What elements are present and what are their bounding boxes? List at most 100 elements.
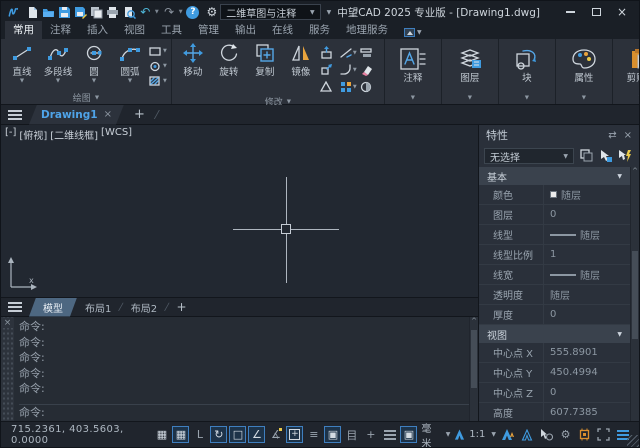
redo-button[interactable]: ↷ — [163, 4, 176, 20]
array-tool[interactable]: ▼ — [340, 78, 360, 95]
new-layout-button[interactable]: + — [169, 300, 195, 314]
annotation-monitor-button[interactable] — [519, 426, 536, 443]
minimize-button[interactable] — [559, 5, 581, 20]
save-as-button[interactable] — [74, 4, 87, 20]
dynamic-ucs-toggle[interactable]: + — [286, 426, 303, 443]
tab-tools[interactable]: 工具 — [153, 21, 190, 39]
property-row-center-y[interactable]: 中心点 Y 450.4994 — [479, 363, 630, 383]
copy-tool[interactable]: 复制 — [248, 42, 282, 95]
command-input-line[interactable]: 命令: — [19, 404, 469, 421]
annotate-panel-footer[interactable]: ▼ — [388, 91, 438, 104]
quick-select-icon[interactable] — [618, 149, 632, 163]
align-tool[interactable] — [360, 44, 380, 61]
selection-dropdown[interactable]: 无选择 ▼ — [484, 148, 574, 164]
scroll-up-icon[interactable]: ^ — [470, 317, 478, 325]
dynamic-input-toggle[interactable]: ▣ — [324, 426, 341, 443]
section-view[interactable]: 视图 ▼ — [479, 325, 630, 343]
chevron-down-icon[interactable]: ▼ — [56, 79, 60, 84]
properties-panel-footer[interactable]: ▼ — [559, 91, 609, 104]
viewport-visualstyle-control[interactable]: [二维线框] — [50, 127, 98, 142]
workspace-dropdown[interactable]: 二维草图与注释 ▼ — [220, 4, 320, 20]
line-tool[interactable]: 直线 ▼ — [5, 42, 39, 91]
copy-button[interactable] — [90, 4, 103, 20]
property-row-thickness[interactable]: 厚度 0 — [479, 305, 630, 325]
ribbon-collapse-button[interactable]: ▼ — [404, 28, 422, 39]
weld-tool[interactable] — [320, 78, 340, 95]
grid-display-toggle[interactable]: ▦ — [153, 426, 170, 443]
block-tool[interactable]: 块 — [510, 48, 544, 84]
close-button[interactable]: × — [611, 5, 633, 20]
tab-geo[interactable]: 地理服务 — [338, 21, 396, 39]
tab-insert[interactable]: 插入 — [79, 21, 116, 39]
properties-scrollbar[interactable]: ^ — [630, 167, 639, 421]
doc-tab-close-icon[interactable]: × — [104, 109, 112, 120]
tab-online[interactable]: 在线 — [264, 21, 301, 39]
units-label[interactable]: 毫米 — [419, 420, 441, 448]
clean-screen-button[interactable] — [595, 426, 612, 443]
trim-tool[interactable]: ▼ — [340, 44, 360, 61]
hatch-tool[interactable]: ▼ — [149, 75, 167, 87]
viewport-view-control[interactable]: [俯视] — [19, 127, 47, 142]
drawing-canvas[interactable]: [-] [俯视] [二维线框] [WCS] x — [1, 125, 478, 297]
layout-tab-model[interactable]: 模型 — [29, 298, 77, 317]
property-row-center-z[interactable]: 中心点 Z 0 — [479, 383, 630, 403]
layout-tab-1[interactable]: 布局1 — [77, 300, 119, 315]
erase-tool[interactable] — [360, 61, 380, 78]
tab-services[interactable]: 服务 — [301, 21, 338, 39]
property-row-height[interactable]: 高度 607.7385 — [479, 403, 630, 423]
new-file-button[interactable] — [26, 4, 39, 20]
layout-menu-button[interactable] — [1, 302, 29, 312]
annotation-visibility-toggle[interactable]: 目 — [343, 426, 360, 443]
doc-menu-button[interactable] — [1, 110, 29, 120]
properties-tool[interactable]: 属性 — [567, 48, 601, 84]
object-snap-toggle[interactable]: □ — [229, 426, 246, 443]
tab-output[interactable]: 输出 — [227, 21, 264, 39]
toggle-pickadd-icon[interactable] — [580, 149, 594, 163]
properties-scroll-thumb[interactable] — [632, 251, 638, 339]
property-row-layer[interactable]: 图层 0 — [479, 205, 630, 225]
resize-grip[interactable] — [627, 435, 639, 447]
chevron-down-icon[interactable]: ▼ — [92, 79, 96, 84]
autohide-icon[interactable]: ⇄ — [608, 130, 616, 141]
hardware-acceleration-button[interactable] — [576, 426, 593, 443]
rectangle-tool[interactable]: ▼ — [149, 45, 167, 57]
polar-tracking-toggle[interactable]: ↻ — [210, 426, 227, 443]
clipboard-tool[interactable]: 剪贴板 — [624, 48, 640, 84]
scroll-up-icon[interactable]: ^ — [631, 167, 639, 175]
quick-access-more-button[interactable]: ▼ — [324, 9, 335, 16]
angle-snap-toggle[interactable]: ∠ — [248, 426, 265, 443]
clipboard-panel-footer[interactable]: ▼ — [616, 91, 640, 104]
rotate-tool[interactable]: 旋转 — [212, 42, 246, 95]
lineweight-toggle[interactable]: ≡ — [305, 426, 322, 443]
viewport-minimize-control[interactable]: [-] — [5, 127, 16, 142]
draw-panel-footer[interactable]: 绘图 ▼ — [4, 91, 168, 104]
snap-toggle[interactable]: ▦ — [172, 426, 189, 443]
section-general[interactable]: 基本 ▼ — [479, 167, 630, 185]
command-scrollbar[interactable]: ^ — [469, 317, 478, 421]
new-doc-tab-button[interactable]: + — [134, 107, 145, 122]
save-button[interactable] — [58, 4, 71, 20]
units-toggle[interactable]: ▣ — [400, 426, 417, 443]
object-track-toggle[interactable]: ∡ — [267, 426, 284, 443]
isolate-objects-button[interactable] — [538, 426, 555, 443]
arc-tool[interactable]: 圆弧 ▼ — [113, 42, 147, 91]
tab-home[interactable]: 常用 — [5, 21, 42, 39]
block-panel-footer[interactable]: ▼ — [502, 91, 552, 104]
explode-tool[interactable] — [360, 78, 380, 95]
undo-dropdown[interactable]: ▼ — [155, 9, 160, 15]
property-row-lineweight[interactable]: 线宽 随层 — [479, 265, 630, 285]
ortho-toggle[interactable]: L — [191, 426, 208, 443]
doc-tab-drawing1[interactable]: Drawing1 × — [29, 105, 124, 125]
open-file-button[interactable] — [42, 4, 55, 20]
layout-tab-2[interactable]: 布局2 — [123, 300, 165, 315]
circle-tool[interactable]: 圆 ▼ — [77, 42, 111, 91]
properties-toggle[interactable] — [381, 426, 398, 443]
command-drag-handle[interactable]: × — [1, 317, 14, 421]
property-row-transparency[interactable]: 透明度 随层 — [479, 285, 630, 305]
preview-button[interactable] — [123, 4, 136, 20]
print-button[interactable] — [106, 4, 119, 20]
layers-panel-footer[interactable]: ▼ — [445, 91, 495, 104]
property-row-linetype[interactable]: 线型 随层 — [479, 225, 630, 245]
scale-dropdown-icon[interactable]: ▼ — [489, 431, 498, 438]
units-dropdown-icon[interactable]: ▼ — [444, 431, 453, 438]
